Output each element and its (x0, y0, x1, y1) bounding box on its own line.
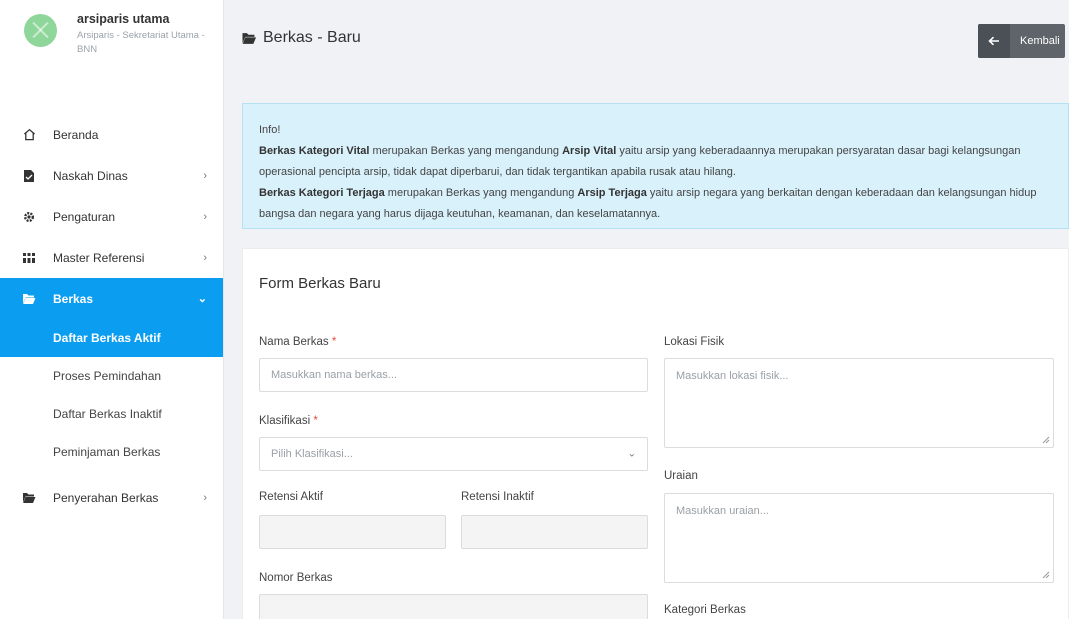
page-title-text: Berkas - Baru (263, 29, 361, 46)
info-alert-title: Info! (259, 124, 281, 136)
uraian-placeholder: Masukkan uraian... (676, 505, 769, 517)
chevron-right-icon: › (203, 210, 207, 223)
submenu-item-peminjaman-berkas[interactable]: Peminjaman Berkas (0, 433, 223, 471)
kategori-berkas-label: Kategori Berkas (664, 604, 746, 616)
nomor-berkas-input[interactable] (259, 594, 648, 619)
required-mark: * (313, 415, 318, 427)
klasifikasi-select[interactable]: Pilih Klasifikasi... ⌄ (259, 437, 648, 471)
submenu-item-daftar-berkas-inaktif[interactable]: Daftar Berkas Inaktif (0, 395, 223, 433)
document-icon (22, 169, 36, 183)
profile-text: arsiparis utama Arsiparis - Sekretariat … (77, 12, 217, 57)
info-strong: Berkas Kategori Terjaga (259, 187, 385, 199)
sidebar-menu: Beranda Naskah Dinas › Pengaturan › Mast… (0, 114, 223, 319)
retensi-inaktif-label: Retensi Inaktif (461, 491, 534, 503)
home-icon (22, 128, 36, 142)
page-header: Berkas - Baru Kembali (224, 0, 1069, 82)
klasifikasi-label-text: Klasifikasi (259, 415, 311, 427)
sidebar-item-label: Master Referensi (53, 250, 145, 265)
required-mark: * (331, 336, 337, 348)
chevron-down-icon: ⌄ (627, 448, 636, 460)
sidebar-menu-bottom: Penyerahan Berkas › (0, 477, 223, 518)
page-title: Berkas - Baru (241, 29, 361, 47)
uraian-textarea[interactable]: Masukkan uraian... (664, 493, 1054, 583)
info-text: merupakan Berkas yang mengandung (384, 187, 578, 199)
nomor-berkas-label: Nomor Berkas (259, 572, 333, 584)
lokasi-fisik-textarea[interactable]: Masukkan lokasi fisik... (664, 358, 1054, 448)
sidebar-item-label: Penyerahan Berkas (53, 490, 159, 505)
info-text: merupakan Berkas yang mengandung (369, 145, 563, 157)
profile-name: arsiparis utama (77, 12, 170, 26)
sidebar-item-label: Berkas (53, 291, 94, 306)
sidebar-item-berkas[interactable]: Berkas ⌄ (0, 278, 223, 319)
sidebar-item-label: Beranda (53, 127, 99, 142)
sidebar-item-naskah-dinas[interactable]: Naskah Dinas › (0, 155, 223, 196)
user-profile: arsiparis utama Arsiparis - Sekretariat … (0, 0, 223, 90)
info-paragraph-vital: Berkas Kategori Vital merupakan Berkas y… (259, 141, 1052, 183)
avatar[interactable] (24, 14, 57, 47)
profile-role: Arsiparis - Sekretariat Utama - BNN (77, 30, 205, 55)
gear-icon (22, 210, 36, 224)
folder-open-icon (22, 292, 36, 306)
grid-icon (22, 251, 36, 265)
submenu-item-daftar-berkas-aktif[interactable]: Daftar Berkas Aktif (0, 319, 223, 357)
lokasi-fisik-placeholder: Masukkan lokasi fisik... (676, 370, 789, 382)
info-alert: Info! Berkas Kategori Vital merupakan Be… (242, 103, 1069, 229)
info-strong: Arsip Terjaga (577, 187, 647, 199)
form-title: Form Berkas Baru (259, 275, 381, 292)
chevron-right-icon: › (203, 169, 207, 182)
klasifikasi-label: Klasifikasi * (259, 415, 318, 427)
nama-berkas-label: Nama Berkas * (259, 336, 336, 348)
sidebar-item-beranda[interactable]: Beranda (0, 114, 223, 155)
chevron-right-icon: › (203, 251, 207, 264)
lokasi-fisik-label: Lokasi Fisik (664, 336, 725, 348)
retensi-aktif-label: Retensi Aktif (259, 491, 323, 503)
resize-handle-icon[interactable] (1042, 436, 1050, 444)
nama-berkas-input[interactable]: Masukkan nama berkas... (259, 358, 648, 392)
sidebar-item-master-referensi[interactable]: Master Referensi › (0, 237, 223, 278)
resize-handle-icon[interactable] (1042, 571, 1050, 579)
sidebar-item-penyerahan-berkas[interactable]: Penyerahan Berkas › (0, 477, 223, 518)
sidebar-item-label: Pengaturan (53, 209, 116, 224)
folder-open-icon (22, 491, 36, 505)
folder-open-icon (241, 32, 257, 45)
retensi-aktif-input[interactable] (259, 515, 446, 549)
submenu-item-proses-pemindahan[interactable]: Proses Pemindahan (0, 357, 223, 395)
info-strong: Berkas Kategori Vital (259, 145, 370, 157)
klasifikasi-placeholder: Pilih Klasifikasi... (271, 448, 353, 460)
arrow-left-icon (978, 24, 1010, 58)
back-button[interactable]: Kembali (978, 24, 1065, 58)
sidebar: arsiparis utama Arsiparis - Sekretariat … (0, 0, 224, 619)
uraian-label: Uraian (664, 470, 698, 482)
info-paragraph-terjaga: Berkas Kategori Terjaga merupakan Berkas… (259, 183, 1052, 225)
chevron-right-icon: › (203, 491, 207, 504)
berkas-submenu: Daftar Berkas Aktif Proses Pemindahan Da… (0, 319, 223, 471)
retensi-inaktif-input[interactable] (461, 515, 648, 549)
chevron-down-icon: ⌄ (197, 293, 207, 305)
sidebar-item-label: Naskah Dinas (53, 168, 128, 183)
sidebar-item-pengaturan[interactable]: Pengaturan › (0, 196, 223, 237)
nama-berkas-placeholder: Masukkan nama berkas... (271, 369, 397, 381)
nama-berkas-label-text: Nama Berkas (259, 336, 329, 348)
form-card: Form Berkas Baru Nama Berkas * Masukkan … (242, 248, 1069, 619)
back-button-label: Kembali (1020, 35, 1060, 47)
info-strong: Arsip Vital (562, 145, 617, 157)
